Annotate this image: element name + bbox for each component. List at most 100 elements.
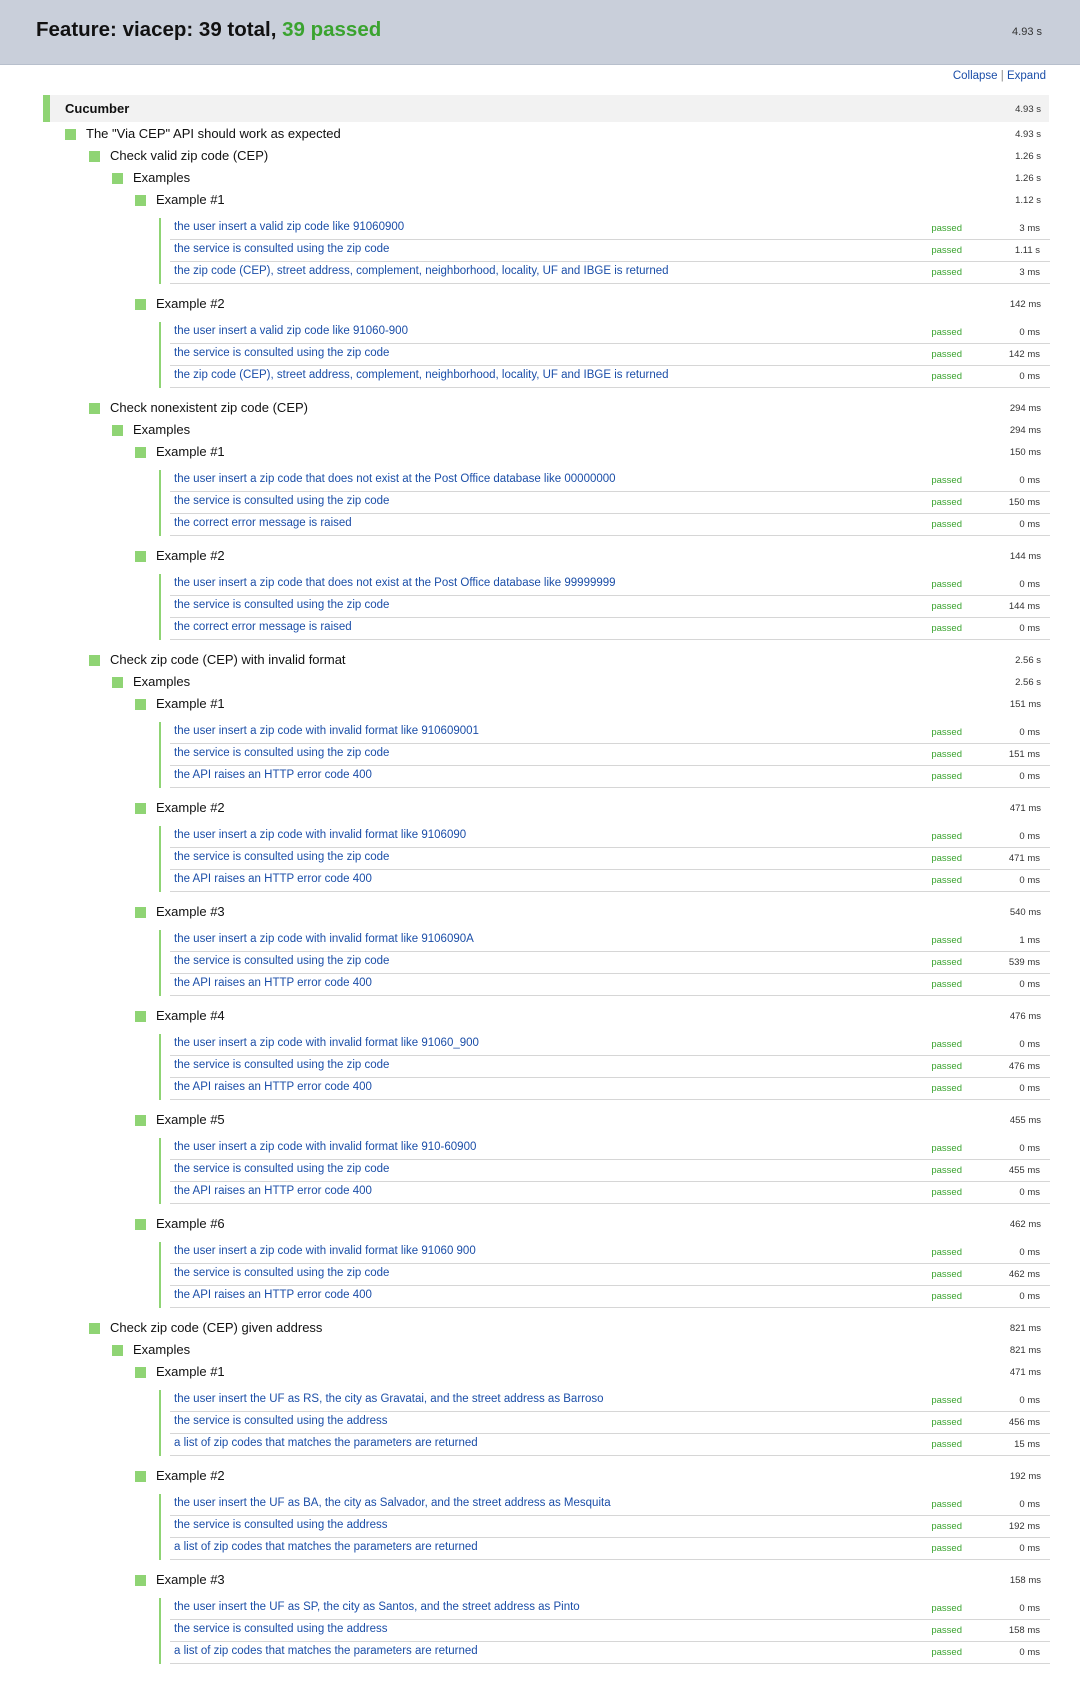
step-text-link[interactable]: the user insert a zip code with invalid … — [174, 1037, 479, 1049]
step-text-link[interactable]: the service is consulted using the addre… — [174, 1415, 388, 1427]
step-row: the service is consulted using the zip c… — [170, 1160, 1050, 1182]
step-text-link[interactable]: the user insert a zip code with invalid … — [174, 933, 474, 945]
example-3-1-status-icon — [135, 699, 146, 710]
step-text-link[interactable]: the service is consulted using the zip c… — [174, 1163, 389, 1175]
step-text-link[interactable]: the API raises an HTTP error code 400 — [174, 977, 372, 989]
feature-title: Feature: viacep: 39 total, 39 passed — [36, 18, 381, 42]
step-status: passed — [931, 1439, 962, 1450]
step-text-link[interactable]: the service is consulted using the addre… — [174, 1623, 388, 1635]
step-text-link[interactable]: the user insert a valid zip code like 91… — [174, 325, 408, 337]
collapse-link[interactable]: Collapse — [953, 70, 998, 82]
example-4-3-label[interactable]: Example #3 — [156, 1572, 225, 1587]
examples-1-label[interactable]: Examples — [133, 170, 190, 185]
cucumber-label[interactable]: Cucumber — [65, 101, 129, 116]
step-text-link[interactable]: the zip code (CEP), street address, comp… — [174, 369, 669, 381]
step-text-link[interactable]: the zip code (CEP), street address, comp… — [174, 265, 669, 277]
step-text-link[interactable]: a list of zip codes that matches the par… — [174, 1645, 478, 1657]
examples-3-label[interactable]: Examples — [133, 674, 190, 689]
step-text-link[interactable]: the user insert a zip code with invalid … — [174, 1245, 476, 1257]
step-text-link[interactable]: the API raises an HTTP error code 400 — [174, 873, 372, 885]
step-text-link[interactable]: the service is consulted using the zip c… — [174, 599, 389, 611]
example-3-3-label[interactable]: Example #3 — [156, 904, 225, 919]
step-status: passed — [931, 371, 962, 382]
step-group-bar — [159, 322, 161, 388]
scenario-4-label[interactable]: Check zip code (CEP) given address — [110, 1320, 322, 1335]
step-text-link[interactable]: the API raises an HTTP error code 400 — [174, 1185, 372, 1197]
step-text-link[interactable]: the user insert a valid zip code like 91… — [174, 221, 404, 233]
step-status: passed — [931, 623, 962, 634]
step-status: passed — [931, 497, 962, 508]
step-text-link[interactable]: the user insert the UF as BA, the city a… — [174, 1497, 611, 1509]
step-row: the user insert a zip code with invalid … — [170, 1138, 1050, 1160]
step-duration: 456 ms — [1008, 1417, 1040, 1428]
step-text-link[interactable]: the service is consulted using the zip c… — [174, 347, 389, 359]
step-text-link[interactable]: the API raises an HTTP error code 400 — [174, 1081, 372, 1093]
step-group-bar — [159, 218, 161, 284]
step-duration: 158 ms — [1008, 1625, 1040, 1636]
step-text-link[interactable]: the service is consulted using the zip c… — [174, 495, 389, 507]
step-group-bar — [159, 1242, 161, 1308]
step-status: passed — [931, 267, 962, 278]
step-text-link[interactable]: the service is consulted using the zip c… — [174, 851, 389, 863]
scenario-1-label[interactable]: Check valid zip code (CEP) — [110, 148, 268, 163]
step-group-bar — [159, 1138, 161, 1204]
scenario-3-label[interactable]: Check zip code (CEP) with invalid format — [110, 652, 346, 667]
cucumber-status-bar — [43, 95, 50, 122]
feature-duration: 4.93 s — [1012, 26, 1042, 38]
examples-2-label[interactable]: Examples — [133, 422, 190, 437]
step-text-link[interactable]: the service is consulted using the addre… — [174, 1519, 388, 1531]
step-row: the API raises an HTTP error code 400 pas… — [170, 1182, 1050, 1204]
step-status: passed — [931, 957, 962, 968]
step-text-link[interactable]: the service is consulted using the zip c… — [174, 955, 389, 967]
feature-node-duration: 4.93 s — [1015, 129, 1041, 140]
scenario-2-duration: 294 ms — [1009, 403, 1041, 414]
step-text-link[interactable]: the service is consulted using the zip c… — [174, 1059, 389, 1071]
example-3-6-label[interactable]: Example #6 — [156, 1216, 225, 1231]
examples-3-duration: 2.56 s — [1015, 677, 1041, 688]
example-4-2-label[interactable]: Example #2 — [156, 1468, 225, 1483]
step-text-link[interactable]: the API raises an HTTP error code 400 — [174, 769, 372, 781]
step-text-link[interactable]: the service is consulted using the zip c… — [174, 1267, 389, 1279]
examples-1-status-icon — [112, 173, 123, 184]
step-text-link[interactable]: the user insert the UF as RS, the city a… — [174, 1393, 604, 1405]
step-status: passed — [931, 853, 962, 864]
step-text-link[interactable]: the user insert the UF as SP, the city a… — [174, 1601, 580, 1613]
example-1-2-label[interactable]: Example #2 — [156, 296, 225, 311]
scenario-2-label[interactable]: Check nonexistent zip code (CEP) — [110, 400, 308, 415]
feature-node-label[interactable]: The "Via CEP" API should work as expecte… — [86, 126, 341, 141]
example-1-1-label[interactable]: Example #1 — [156, 192, 225, 207]
step-duration: 0 ms — [1019, 1083, 1040, 1094]
example-2-1-label[interactable]: Example #1 — [156, 444, 225, 459]
examples-1-duration: 1.26 s — [1015, 173, 1041, 184]
example-4-1-label[interactable]: Example #1 — [156, 1364, 225, 1379]
step-status: passed — [931, 245, 962, 256]
example-3-6-duration: 462 ms — [1009, 1219, 1041, 1230]
example-3-1-label[interactable]: Example #1 — [156, 696, 225, 711]
example-3-5-label[interactable]: Example #5 — [156, 1112, 225, 1127]
expand-link[interactable]: Expand — [1007, 70, 1046, 82]
step-text-link[interactable]: the user insert a zip code with invalid … — [174, 829, 466, 841]
step-duration: 0 ms — [1019, 519, 1040, 530]
step-text-link[interactable]: the user insert a zip code with invalid … — [174, 725, 479, 737]
step-text-link[interactable]: a list of zip codes that matches the par… — [174, 1541, 478, 1553]
step-text-link[interactable]: the user insert a zip code that does not… — [174, 473, 616, 485]
step-text-link[interactable]: a list of zip codes that matches the par… — [174, 1437, 478, 1449]
step-status: passed — [931, 1187, 962, 1198]
step-text-link[interactable]: the service is consulted using the zip c… — [174, 243, 389, 255]
example-3-4-label[interactable]: Example #4 — [156, 1008, 225, 1023]
examples-2-duration: 294 ms — [1009, 425, 1041, 436]
step-text-link[interactable]: the service is consulted using the zip c… — [174, 747, 389, 759]
step-text-link[interactable]: the API raises an HTTP error code 400 — [174, 1289, 372, 1301]
step-row: the service is consulted using the addre… — [170, 1412, 1050, 1434]
examples-4-label[interactable]: Examples — [133, 1342, 190, 1357]
example-2-2-label[interactable]: Example #2 — [156, 548, 225, 563]
step-text-link[interactable]: the user insert a zip code with invalid … — [174, 1141, 476, 1153]
example-3-2-label[interactable]: Example #2 — [156, 800, 225, 815]
step-text-link[interactable]: the user insert a zip code that does not… — [174, 577, 616, 589]
step-status: passed — [931, 1291, 962, 1302]
feature-node-status-icon — [65, 129, 76, 140]
step-text-link[interactable]: the correct error message is raised — [174, 517, 352, 529]
example-4-2-status-icon — [135, 1471, 146, 1482]
step-text-link[interactable]: the correct error message is raised — [174, 621, 352, 633]
example-4-1-status-icon — [135, 1367, 146, 1378]
